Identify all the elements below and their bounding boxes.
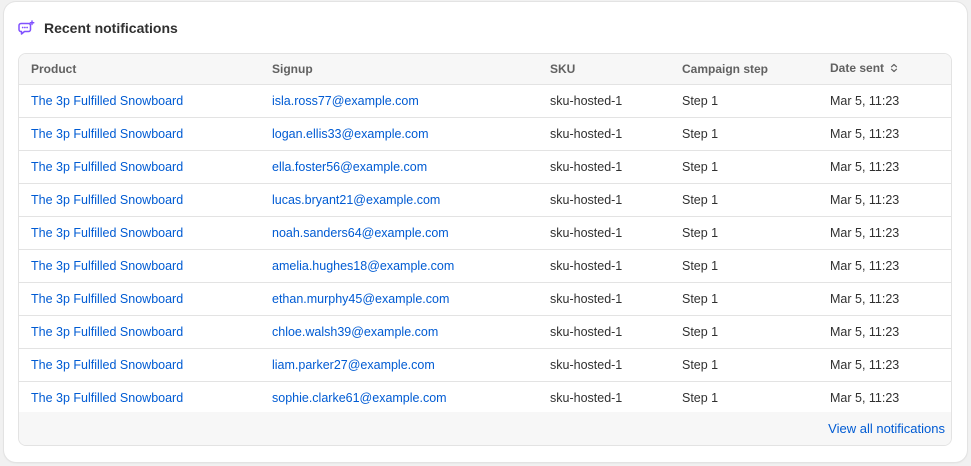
signup-email-link[interactable]: liam.parker27@example.com: [272, 358, 435, 372]
product-link[interactable]: The 3p Fulfilled Snowboard: [31, 325, 183, 339]
date-sent-label: Date sent: [830, 61, 885, 76]
campaign-step-cell: Step 1: [670, 183, 818, 217]
table-row: The 3p Fulfilled Snowboard sophie.clarke6…: [19, 381, 951, 415]
date-sent-cell: Mar 5, 11:23: [818, 315, 951, 349]
table-row: The 3p Fulfilled Snowboard amelia.hughes1…: [19, 249, 951, 283]
table-row: The 3p Fulfilled Snowboard logan.ellis33@…: [19, 117, 951, 151]
date-sent-cell: Mar 5, 11:23: [818, 282, 951, 316]
column-header-campaign-step: Campaign step: [670, 54, 818, 85]
column-header-sku: SKU: [538, 54, 670, 85]
product-link[interactable]: The 3p Fulfilled Snowboard: [31, 391, 183, 405]
signup-cell: sophie.clarke61@example.com: [260, 381, 538, 415]
recent-notifications-card: Recent notifications Product Signup SKU …: [4, 2, 967, 462]
table-row: The 3p Fulfilled Snowboard chloe.walsh39@…: [19, 315, 951, 349]
sku-cell: sku-hosted-1: [538, 216, 670, 250]
product-link[interactable]: The 3p Fulfilled Snowboard: [31, 127, 183, 141]
table-row: The 3p Fulfilled Snowboard ella.foster56@…: [19, 150, 951, 184]
signup-cell: liam.parker27@example.com: [260, 348, 538, 382]
product-cell: The 3p Fulfilled Snowboard: [19, 348, 260, 382]
date-sent-cell: Mar 5, 11:23: [818, 381, 951, 415]
table-row: The 3p Fulfilled Snowboard noah.sanders64…: [19, 216, 951, 250]
sku-cell: sku-hosted-1: [538, 84, 670, 118]
product-cell: The 3p Fulfilled Snowboard: [19, 282, 260, 316]
column-header-signup: Signup: [260, 54, 538, 85]
signup-cell: ethan.murphy45@example.com: [260, 282, 538, 316]
sku-cell: sku-hosted-1: [538, 348, 670, 382]
product-cell: The 3p Fulfilled Snowboard: [19, 150, 260, 184]
signup-email-link[interactable]: isla.ross77@example.com: [272, 94, 419, 108]
signup-cell: noah.sanders64@example.com: [260, 216, 538, 250]
table-body: The 3p Fulfilled Snowboard isla.ross77@ex…: [19, 84, 951, 415]
date-sent-cell: Mar 5, 11:23: [818, 183, 951, 217]
date-sent-cell: Mar 5, 11:23: [818, 216, 951, 250]
campaign-step-cell: Step 1: [670, 282, 818, 316]
column-header-product: Product: [19, 54, 260, 85]
campaign-step-cell: Step 1: [670, 117, 818, 151]
product-cell: The 3p Fulfilled Snowboard: [19, 315, 260, 349]
campaign-step-cell: Step 1: [670, 84, 818, 118]
table-row: The 3p Fulfilled Snowboard isla.ross77@ex…: [19, 84, 951, 118]
signup-cell: chloe.walsh39@example.com: [260, 315, 538, 349]
signup-email-link[interactable]: lucas.bryant21@example.com: [272, 193, 440, 207]
signup-cell: lucas.bryant21@example.com: [260, 183, 538, 217]
product-link[interactable]: The 3p Fulfilled Snowboard: [31, 160, 183, 174]
signup-cell: amelia.hughes18@example.com: [260, 249, 538, 283]
product-cell: The 3p Fulfilled Snowboard: [19, 183, 260, 217]
signup-cell: logan.ellis33@example.com: [260, 117, 538, 151]
table-row: The 3p Fulfilled Snowboard ethan.murphy45…: [19, 282, 951, 316]
product-link[interactable]: The 3p Fulfilled Snowboard: [31, 193, 183, 207]
view-all-notifications-link[interactable]: View all notifications: [828, 421, 945, 436]
date-sent-cell: Mar 5, 11:23: [818, 348, 951, 382]
product-cell: The 3p Fulfilled Snowboard: [19, 381, 260, 415]
column-header-date-sent[interactable]: Date sent: [818, 54, 951, 85]
notifications-table: Product Signup SKU Campaign step Date se…: [19, 54, 951, 415]
sku-cell: sku-hosted-1: [538, 282, 670, 316]
signup-email-link[interactable]: chloe.walsh39@example.com: [272, 325, 438, 339]
date-sent-cell: Mar 5, 11:23: [818, 249, 951, 283]
product-link[interactable]: The 3p Fulfilled Snowboard: [31, 94, 183, 108]
card-title: Recent notifications: [44, 20, 178, 36]
product-link[interactable]: The 3p Fulfilled Snowboard: [31, 226, 183, 240]
signup-email-link[interactable]: ethan.murphy45@example.com: [272, 292, 449, 306]
table-header-row: Product Signup SKU Campaign step Date se…: [19, 54, 951, 85]
chat-notification-icon: [18, 19, 35, 37]
date-sent-cell: Mar 5, 11:23: [818, 117, 951, 151]
table-footer: View all notifications: [19, 412, 951, 445]
signup-email-link[interactable]: logan.ellis33@example.com: [272, 127, 429, 141]
sku-cell: sku-hosted-1: [538, 183, 670, 217]
product-cell: The 3p Fulfilled Snowboard: [19, 117, 260, 151]
product-link[interactable]: The 3p Fulfilled Snowboard: [31, 259, 183, 273]
product-link[interactable]: The 3p Fulfilled Snowboard: [31, 292, 183, 306]
campaign-step-cell: Step 1: [670, 216, 818, 250]
signup-cell: isla.ross77@example.com: [260, 84, 538, 118]
signup-email-link[interactable]: noah.sanders64@example.com: [272, 226, 449, 240]
sort-icon[interactable]: [890, 62, 898, 76]
card-header: Recent notifications: [18, 18, 178, 38]
campaign-step-cell: Step 1: [670, 348, 818, 382]
product-cell: The 3p Fulfilled Snowboard: [19, 249, 260, 283]
sku-cell: sku-hosted-1: [538, 381, 670, 415]
notifications-table-container: Product Signup SKU Campaign step Date se…: [18, 53, 952, 446]
sku-cell: sku-hosted-1: [538, 249, 670, 283]
product-link[interactable]: The 3p Fulfilled Snowboard: [31, 358, 183, 372]
campaign-step-cell: Step 1: [670, 249, 818, 283]
date-sent-cell: Mar 5, 11:23: [818, 150, 951, 184]
signup-email-link[interactable]: ella.foster56@example.com: [272, 160, 427, 174]
campaign-step-cell: Step 1: [670, 381, 818, 415]
date-sent-cell: Mar 5, 11:23: [818, 84, 951, 118]
signup-email-link[interactable]: sophie.clarke61@example.com: [272, 391, 447, 405]
signup-cell: ella.foster56@example.com: [260, 150, 538, 184]
sku-cell: sku-hosted-1: [538, 150, 670, 184]
campaign-step-cell: Step 1: [670, 315, 818, 349]
sku-cell: sku-hosted-1: [538, 117, 670, 151]
signup-email-link[interactable]: amelia.hughes18@example.com: [272, 259, 454, 273]
product-cell: The 3p Fulfilled Snowboard: [19, 216, 260, 250]
product-cell: The 3p Fulfilled Snowboard: [19, 84, 260, 118]
campaign-step-cell: Step 1: [670, 150, 818, 184]
table-row: The 3p Fulfilled Snowboard lucas.bryant21…: [19, 183, 951, 217]
table-row: The 3p Fulfilled Snowboard liam.parker27@…: [19, 348, 951, 382]
sku-cell: sku-hosted-1: [538, 315, 670, 349]
